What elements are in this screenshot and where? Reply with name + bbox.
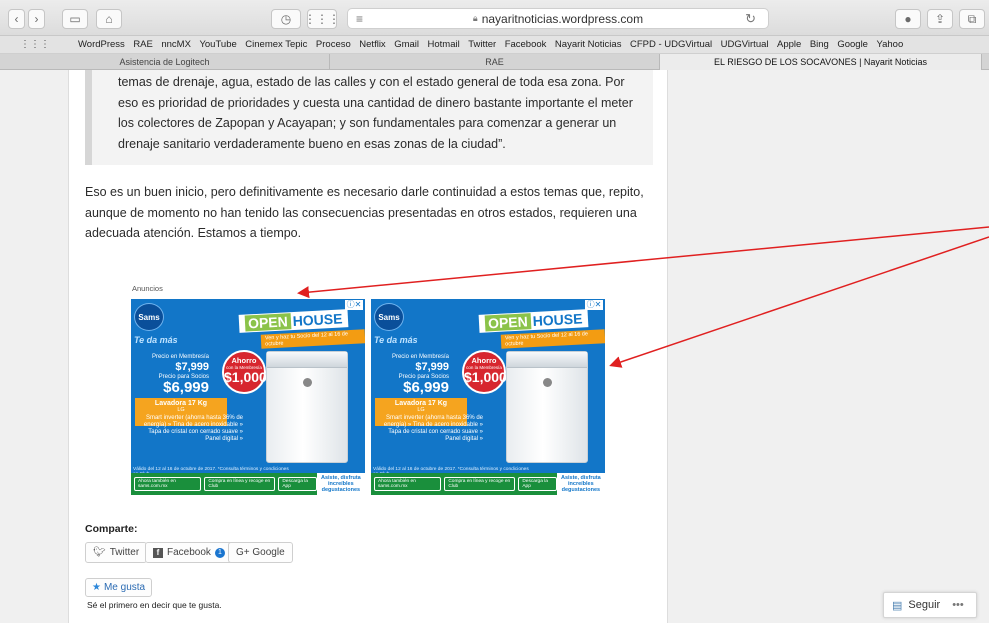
bookmark-item[interactable]: Facebook (505, 39, 547, 50)
ad-tagline: Te da más (374, 335, 418, 345)
tab-bar: Asistencia de Logitech RAE EL RIESGO DE … (0, 54, 989, 70)
star-icon: ★ (92, 582, 101, 593)
bookmark-item[interactable]: WordPress (78, 39, 125, 50)
home-icon: ⌂ (105, 12, 113, 26)
ad-banner-1[interactable]: ⓘ✕ Sams OPEN HOUSE Ven y haz tu Socio del… (131, 299, 365, 495)
tabs-icon: ⧉ (967, 11, 977, 26)
ads-label: Anuncios (132, 284, 163, 293)
extension-button[interactable]: ● (895, 9, 921, 29)
facebook-label: Facebook (167, 547, 211, 558)
grid-icon: ⋮⋮⋮ (304, 12, 340, 26)
twitter-share-button[interactable]: 🐦︎ Twitter (85, 542, 148, 563)
bookmark-item[interactable]: nncMX (161, 39, 191, 50)
sams-logo: Sams (134, 303, 164, 331)
washer-image (266, 351, 348, 463)
ad-prices: Precio en Membresía $7,999 Precio para S… (391, 354, 449, 396)
url-text: nayaritnoticias.wordpress.com (481, 11, 644, 26)
ad-prices: Precio en Membresía $7,999 Precio para S… (151, 354, 209, 396)
follow-label: Seguir (908, 599, 941, 611)
web-page: temas de drenaje, agua, estado de las ca… (0, 70, 989, 623)
more-options-icon[interactable]: ••• (952, 599, 964, 611)
bookmarks-bar: ⋮⋮⋮ WordPress RAE nncMX YouTube Cinemex … (0, 36, 989, 54)
forward-button[interactable]: › (28, 9, 45, 29)
like-label: Me gusta (103, 582, 146, 593)
ad-footer: Ahora también en sams.com.mx Compra en l… (131, 473, 365, 495)
ad-savings-badge: Ahorro con la Membresía $1,000 (462, 350, 507, 394)
sidebar-icon: ▭ (69, 12, 81, 26)
first-like-text: Sé el primero en decir que te gusta. (87, 600, 222, 610)
ad-features: Smart inverter (ahorra hasta 36% de ener… (143, 415, 243, 442)
facebook-icon: f (153, 547, 163, 558)
follow-widget[interactable]: ▤ Seguir ••• (883, 592, 977, 618)
bookmark-item[interactable]: Google (837, 39, 868, 50)
bookmark-item[interactable]: UDGVirtual (721, 39, 769, 50)
share-icon: ⇪ (934, 12, 946, 26)
tab-rae[interactable]: RAE (330, 54, 660, 70)
history-button[interactable]: ◷ (271, 9, 301, 29)
washer-image (506, 351, 588, 463)
ad-tagline: Te da más (134, 335, 178, 345)
clock-icon: ◷ (280, 12, 292, 26)
top-sites-button[interactable]: ⋮⋮⋮ (304, 9, 340, 29)
reload-icon[interactable]: ↻ (745, 11, 756, 27)
tabs-overview-button[interactable]: ⧉ (959, 9, 985, 29)
lock-icon: 🔒︎ (472, 13, 478, 23)
bookmark-item[interactable]: Proceso (316, 39, 351, 50)
ad-headline: OPEN HOUSE (238, 309, 349, 333)
bookmark-item[interactable]: CFPD - UDGVirtual (630, 39, 712, 50)
home-button[interactable]: ⌂ (96, 9, 122, 29)
bookmark-item[interactable]: Cinemex Tepic (245, 39, 307, 50)
bookmark-item[interactable]: Hotmail (428, 39, 460, 50)
tab-label: EL RIESGO DE LOS SOCAVONES | Nayarit Not… (714, 57, 927, 67)
twitter-icon: 🐦︎ (93, 547, 106, 558)
facebook-share-button[interactable]: f Facebook 1 (145, 542, 233, 563)
bookmark-item[interactable]: Netflix (359, 39, 385, 50)
article-paragraph: Eso es un buen inicio, pero definitivame… (85, 185, 644, 240)
reader-icon: ≡ (356, 12, 364, 26)
share-button[interactable]: ⇪ (927, 9, 953, 29)
facebook-count-badge: 1 (214, 547, 225, 558)
tab-label: Asistencia de Logitech (119, 57, 210, 67)
bookmarks-grid-icon[interactable]: ⋮⋮⋮ (20, 39, 50, 50)
google-share-button[interactable]: G+ Google (228, 542, 293, 563)
sams-logo: Sams (374, 303, 404, 331)
ad-features: Smart inverter (ahorra hasta 36% de ener… (383, 415, 483, 442)
tab-logitech[interactable]: Asistencia de Logitech (0, 54, 330, 70)
ad-banner-2[interactable]: ⓘ✕ Sams OPEN HOUSE Ven y haz tu Socio del… (371, 299, 605, 495)
article-column: temas de drenaje, agua, estado de las ca… (68, 70, 668, 623)
browser-toolbar: ‹ › ▭ ⌂ ◷ ⋮⋮⋮ ≡ 🔒︎ nayaritnoticias.wordp… (0, 0, 989, 36)
bookmark-item[interactable]: Twitter (468, 39, 496, 50)
twitter-label: Twitter (109, 547, 140, 558)
ad-footer: Ahora también en sams.com.mx Compra en l… (371, 473, 605, 495)
bookmark-item[interactable]: Gmail (394, 39, 419, 50)
bookmark-item[interactable]: YouTube (199, 39, 236, 50)
address-bar[interactable]: ≡ 🔒︎ nayaritnoticias.wordpress.com ↻ (347, 8, 769, 29)
bookmark-item[interactable]: Apple (777, 39, 801, 50)
tab-label: RAE (485, 57, 504, 67)
bookmarks-list: WordPress RAE nncMX YouTube Cinemex Tepi… (78, 39, 903, 50)
ad-dates: Ven y haz tu Socio del 12 al 16 de octub… (260, 329, 365, 349)
chevron-left-icon: ‹ (14, 12, 19, 26)
ad-savings-badge: Ahorro con la Membresía $1,000 (222, 350, 267, 394)
bookmark-item[interactable]: Bing (810, 39, 829, 50)
extension-icon: ● (904, 12, 912, 26)
bookmark-item[interactable]: Nayarit Noticias (555, 39, 622, 50)
sidebar-button[interactable]: ▭ (62, 9, 88, 29)
follow-icon: ▤ (892, 599, 903, 612)
chevron-right-icon: › (34, 12, 39, 26)
google-label: G+ Google (236, 547, 285, 558)
share-heading: Comparte: (85, 523, 138, 535)
back-button[interactable]: ‹ (8, 9, 25, 29)
bookmark-item[interactable]: RAE (133, 39, 153, 50)
tab-active-article[interactable]: EL RIESGO DE LOS SOCAVONES | Nayarit Not… (660, 54, 982, 70)
like-button[interactable]: ★ Me gusta (85, 578, 153, 597)
bookmark-item[interactable]: Yahoo (876, 39, 903, 50)
ad-headline: OPEN HOUSE (478, 309, 589, 333)
ad-dates: Ven y haz tu Socio del 12 al 16 de octub… (500, 329, 605, 349)
blockquote: temas de drenaje, agua, estado de las ca… (85, 70, 653, 165)
quote-text: temas de drenaje, agua, estado de las ca… (118, 75, 633, 151)
